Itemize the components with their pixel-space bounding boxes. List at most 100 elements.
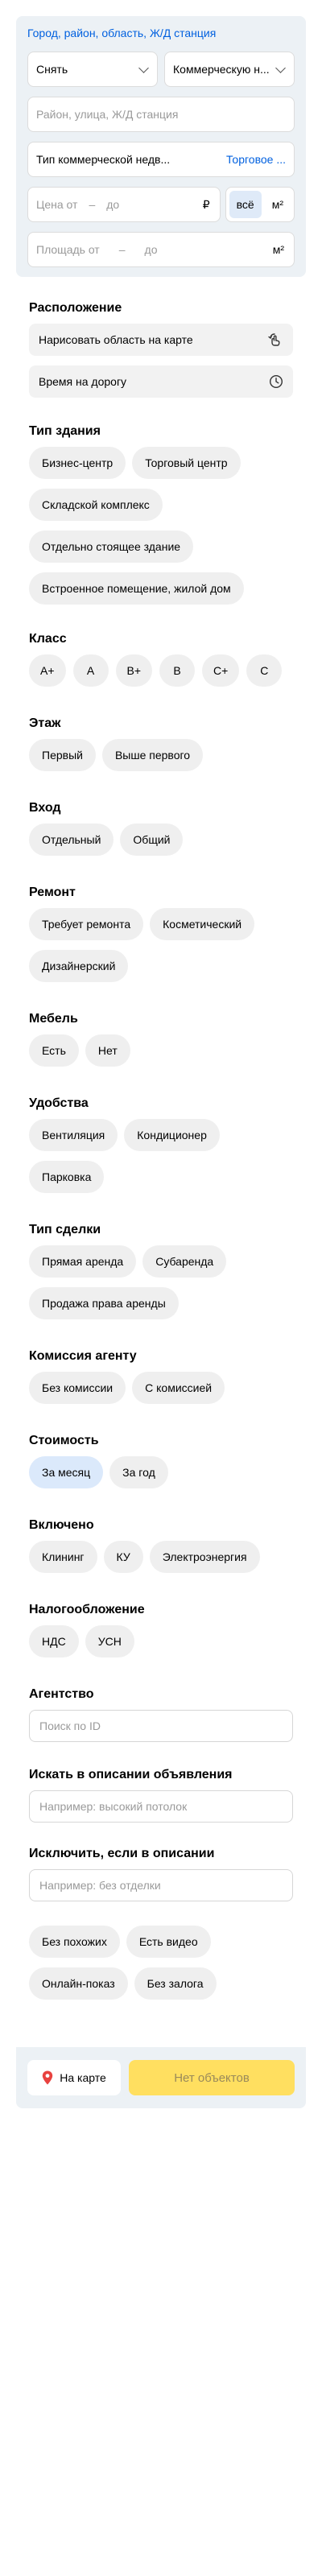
chevron-down-icon [275,62,286,73]
chip-no-deposit[interactable]: Без залога [134,1967,217,2000]
geo-link[interactable]: Город, район, область, Ж/Д станция [27,26,295,42]
section-title: Класс [29,632,67,646]
chip-air-conditioner[interactable]: Кондиционер [124,1119,220,1151]
agency-id-input[interactable]: Поиск по ID [29,1710,293,1742]
area-unit: м² [272,243,284,256]
chip-per-month[interactable]: За месяц [29,1456,104,1488]
draw-hand-icon [267,332,283,348]
chip-designer[interactable]: Дизайнерский [29,950,129,982]
furniture-section: Мебель Есть Нет [29,1010,293,1067]
deal-kind-section: Тип сделки Прямая аренда Субаренда Прода… [29,1221,293,1319]
price-input[interactable]: Цена от – до ₽ [27,187,221,222]
section-title: Мебель [29,1012,78,1026]
chip-no-similar[interactable]: Без похожих [29,1926,120,1958]
address-row: Район, улица, Ж/Д станция [27,97,295,132]
range-dash: – [118,243,126,256]
chip-per-year[interactable]: За год [109,1456,168,1488]
chip-lease-rights-sale[interactable]: Продажа права аренды [29,1287,179,1319]
chip-sublease[interactable]: Субаренда [142,1245,227,1278]
commercial-type-row: Тип коммерческой недв... Торговое ... [27,142,295,177]
chip-furniture-yes[interactable]: Есть [29,1034,79,1067]
agent-fee-section: Комиссия агенту Без комиссии С комиссией [29,1348,293,1404]
section-title: Расположение [29,301,122,315]
cost-chips: За месяц За год [29,1456,293,1488]
description-exclude-section: Исключить, если в описании Например: без… [29,1845,293,1901]
chip-floor-above-first[interactable]: Выше первого [101,739,204,771]
chip-utilities[interactable]: КУ [103,1541,143,1573]
commercial-type-select[interactable]: Тип коммерческой недв... Торговое ... [27,142,295,177]
chip-cleaning[interactable]: Клининг [29,1541,97,1573]
area-to: до [144,243,158,256]
chip-online-showing[interactable]: Онлайн-показ [29,1967,128,2000]
description-exclude-input[interactable]: Например: без отделки [29,1869,293,1901]
chip-direct-lease[interactable]: Прямая аренда [29,1245,137,1278]
chip-needs-repair[interactable]: Требует ремонта [29,908,144,940]
chip-detached-building[interactable]: Отдельно стоящее здание [29,530,194,563]
renovation-chips: Требует ремонта Косметический Дизайнерск… [29,908,293,982]
show-on-map-label: На карте [60,2071,106,2084]
chip-class-b[interactable]: B [159,654,196,687]
area-row: Площадь от – до м² [27,232,295,267]
deal-type-select[interactable]: Снять [27,52,158,87]
floor-section: Этаж Первый Выше первого [29,715,293,771]
price-row: Цена от – до ₽ всё м² [27,187,295,222]
show-results-button[interactable]: Нет объектов [129,2060,295,2095]
chip-warehouse-complex[interactable]: Складской комплекс [29,489,163,521]
chip-class-c-plus[interactable]: C+ [202,654,240,687]
chip-built-in-premises[interactable]: Встроенное помещение, жилой дом [29,572,244,605]
agent-fee-chips: Без комиссии С комиссией [29,1372,293,1404]
chip-class-a-plus[interactable]: A+ [29,654,66,687]
chip-has-video[interactable]: Есть видео [126,1926,211,1958]
included-chips: Клининг КУ Электроэнергия [29,1541,293,1573]
chip-entrance-shared[interactable]: Общий [120,824,184,856]
description-include-section: Искать в описании объявления Например: в… [29,1766,293,1823]
chip-entrance-separate[interactable]: Отдельный [29,824,114,856]
price-from: Цена от [36,198,78,211]
chip-floor-first[interactable]: Первый [29,739,96,771]
included-section: Включено Клининг КУ Электроэнергия [29,1517,293,1573]
amenities-chips: Вентиляция Кондиционер Парковка [29,1119,293,1193]
chip-cosmetic[interactable]: Косметический [150,908,255,940]
section-title: Включено [29,1518,94,1532]
clock-icon [269,374,283,389]
chip-electricity[interactable]: Электроэнергия [149,1541,260,1573]
deal-kind-chips: Прямая аренда Субаренда Продажа права ар… [29,1245,293,1319]
price-mode-all[interactable]: всё [229,191,262,218]
filters-page: Город, район, область, Ж/Д станция Снять… [0,0,322,2576]
show-on-map-button[interactable]: На карте [27,2060,121,2095]
section-title: Агентство [29,1687,94,1701]
chip-simplified-tax[interactable]: УСН [85,1625,134,1657]
draw-on-map-button[interactable]: Нарисовать область на карте [29,324,293,356]
chip-parking[interactable]: Парковка [29,1161,105,1193]
area-from: Площадь от [36,243,100,256]
section-title: Этаж [29,716,61,730]
section-title: Налогообложение [29,1603,145,1616]
chip-class-c[interactable]: C [246,654,283,687]
area-input[interactable]: Площадь от – до м² [27,232,295,267]
travel-time-button[interactable]: Время на дорогу [29,365,293,398]
building-type-chips: Бизнес-центр Торговый центр Складской ко… [29,447,293,605]
property-type-select[interactable]: Коммерческую н... [164,52,295,87]
chip-furniture-no[interactable]: Нет [85,1034,130,1067]
chip-no-commission[interactable]: Без комиссии [29,1372,126,1404]
agency-section: Агентство Поиск по ID [29,1686,293,1742]
taxation-section: Налогообложение НДС УСН [29,1601,293,1657]
bottom-action-bar: На карте Нет объектов [16,2047,306,2108]
section-title: Исключить, если в описании [29,1847,215,1860]
cost-section: Стоимость За месяц За год [29,1432,293,1488]
chip-with-commission[interactable]: С комиссией [132,1372,225,1404]
commercial-type-value: Торговое ... [225,153,286,166]
description-include-input[interactable]: Например: высокий потолок [29,1790,293,1823]
address-input[interactable]: Район, улица, Ж/Д станция [27,97,295,132]
travel-time-label: Время на дорогу [39,375,127,388]
section-title: Удобства [29,1096,89,1110]
chip-vat[interactable]: НДС [29,1625,79,1657]
chip-class-a[interactable]: A [72,654,109,687]
price-mode-m2[interactable]: м² [265,191,291,218]
chip-ventilation[interactable]: Вентиляция [29,1119,118,1151]
section-title: Вход [29,801,61,815]
chip-business-center[interactable]: Бизнес-центр [29,447,126,479]
range-dash: – [89,198,96,211]
chip-class-b-plus[interactable]: B+ [115,654,153,687]
chip-shopping-center[interactable]: Торговый центр [132,447,241,479]
